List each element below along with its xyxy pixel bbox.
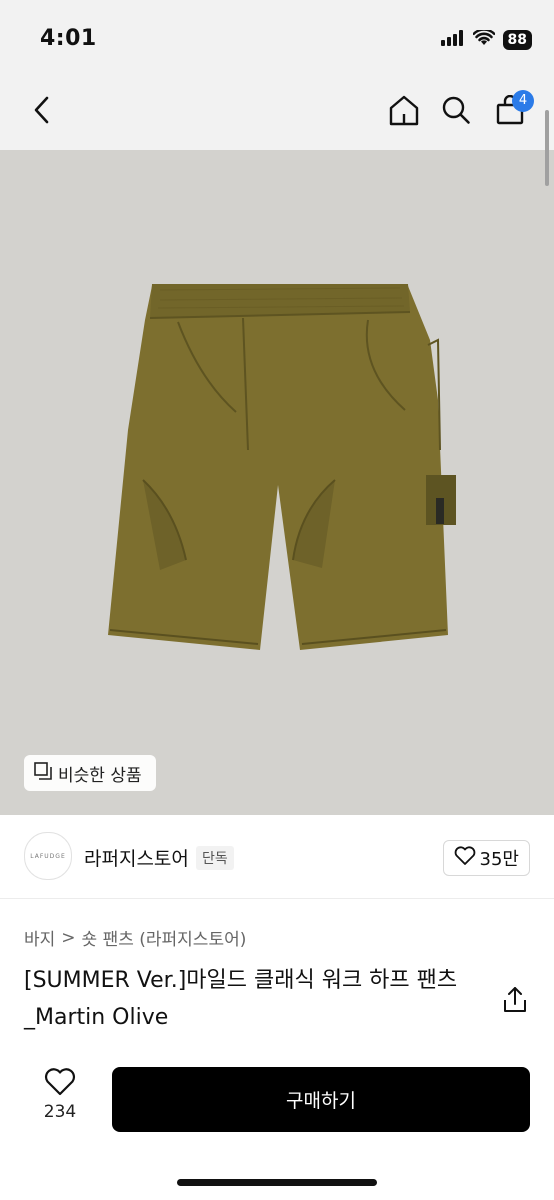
breadcrumb: 바지 > 숏 팬츠 (라퍼지스토어) — [24, 925, 247, 951]
buy-button[interactable]: 구매하기 — [112, 1067, 530, 1132]
breadcrumb-category[interactable]: 바지 — [24, 925, 55, 950]
home-indicator[interactable] — [177, 1179, 377, 1186]
search-button[interactable] — [436, 92, 476, 132]
exclusive-badge: 단독 — [196, 846, 234, 870]
nav-bar: 4 — [0, 76, 554, 150]
signal-icon — [440, 30, 465, 50]
similar-products-label: 비슷한 상품 — [58, 765, 142, 786]
breadcrumb-subcategory[interactable]: 숏 팬츠 (라퍼지스토어) — [82, 925, 247, 950]
share-icon — [500, 987, 530, 1019]
wishlist-button[interactable]: 234 — [30, 1068, 90, 1122]
heart-icon — [44, 1068, 76, 1100]
bottom-action-bar: 234 구매하기 — [0, 1050, 554, 1200]
store-row: LAFUDGE 라퍼지스토어 단독 35만 — [0, 832, 554, 884]
heart-icon — [454, 845, 476, 871]
back-button[interactable] — [22, 92, 62, 132]
breadcrumb-separator: > — [61, 927, 76, 948]
status-time: 4:01 — [40, 26, 97, 51]
status-icons: 88 — [440, 28, 532, 50]
back-icon — [32, 96, 52, 128]
store-name[interactable]: 라퍼지스토어 — [84, 844, 189, 871]
shorts-illustration — [108, 284, 456, 650]
wishlist-count: 234 — [43, 1102, 77, 1122]
buy-button-label: 구매하기 — [286, 1090, 356, 1112]
store-like-count: 35만 — [479, 849, 519, 870]
battery-indicator: 88 — [502, 30, 532, 50]
home-button[interactable] — [384, 92, 424, 132]
share-button[interactable] — [500, 985, 530, 1015]
cart-count-badge: 4 — [512, 90, 534, 112]
home-icon — [388, 94, 420, 130]
store-like-button[interactable]: 35만 — [442, 840, 530, 876]
scrollbar[interactable] — [545, 110, 549, 186]
product-title: [SUMMER Ver.]마일드 클래식 워크 하프 팬츠_Martin Oli… — [24, 968, 458, 1030]
status-bar: 4:01 88 — [0, 0, 554, 76]
product-image[interactable]: 비슷한 상품 — [0, 150, 554, 815]
copy-icon — [34, 761, 52, 785]
similar-products-button[interactable]: 비슷한 상품 — [24, 755, 156, 791]
store-logo[interactable]: LAFUDGE — [24, 832, 72, 880]
cart-button[interactable]: 4 — [490, 90, 534, 132]
wifi-icon — [472, 28, 495, 50]
divider — [0, 898, 554, 899]
search-icon — [441, 95, 471, 129]
store-logo-text: LAFUDGE — [30, 852, 66, 860]
